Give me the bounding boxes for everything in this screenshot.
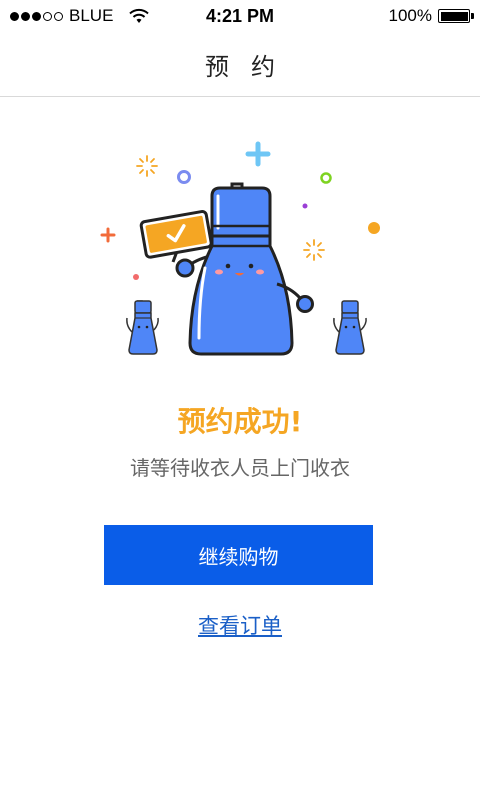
sparkle-icon bbox=[303, 239, 325, 261]
success-illustration bbox=[100, 141, 380, 356]
dot-decoration bbox=[133, 274, 139, 280]
dot-decoration bbox=[302, 203, 308, 209]
battery-icon bbox=[438, 9, 474, 23]
page-title: 预约 bbox=[205, 52, 297, 81]
ring-decoration bbox=[320, 172, 332, 184]
battery-fill bbox=[440, 11, 468, 21]
continue-shopping-button[interactable]: 继续购物 bbox=[104, 525, 373, 585]
battery-percent: 100% bbox=[388, 6, 432, 25]
clock: 4:21 PM bbox=[205, 5, 275, 26]
ring-decoration bbox=[177, 170, 191, 184]
success-title: 预约成功! bbox=[177, 405, 303, 438]
success-message: 请等待收衣人员上门收衣 bbox=[130, 456, 350, 480]
carrier-name: BLUE bbox=[69, 6, 114, 25]
dot-decoration bbox=[368, 222, 380, 234]
wifi-icon bbox=[129, 8, 150, 23]
small-bottle-left bbox=[126, 300, 159, 355]
small-bottle-right bbox=[333, 300, 367, 355]
view-orders-link[interactable]: 查看订单 bbox=[0, 610, 480, 640]
status-bar: BLUE 4:21 PM 100% bbox=[0, 0, 480, 32]
status-right: 100% bbox=[389, 6, 480, 26]
nav-bar: 预约 bbox=[0, 32, 480, 97]
plus-icon bbox=[245, 141, 271, 167]
status-left: BLUE bbox=[0, 6, 150, 26]
sparkle-icon bbox=[136, 155, 158, 177]
signal-strength-icon bbox=[10, 11, 63, 21]
main-bottle bbox=[139, 182, 314, 356]
plus-icon bbox=[100, 227, 116, 243]
